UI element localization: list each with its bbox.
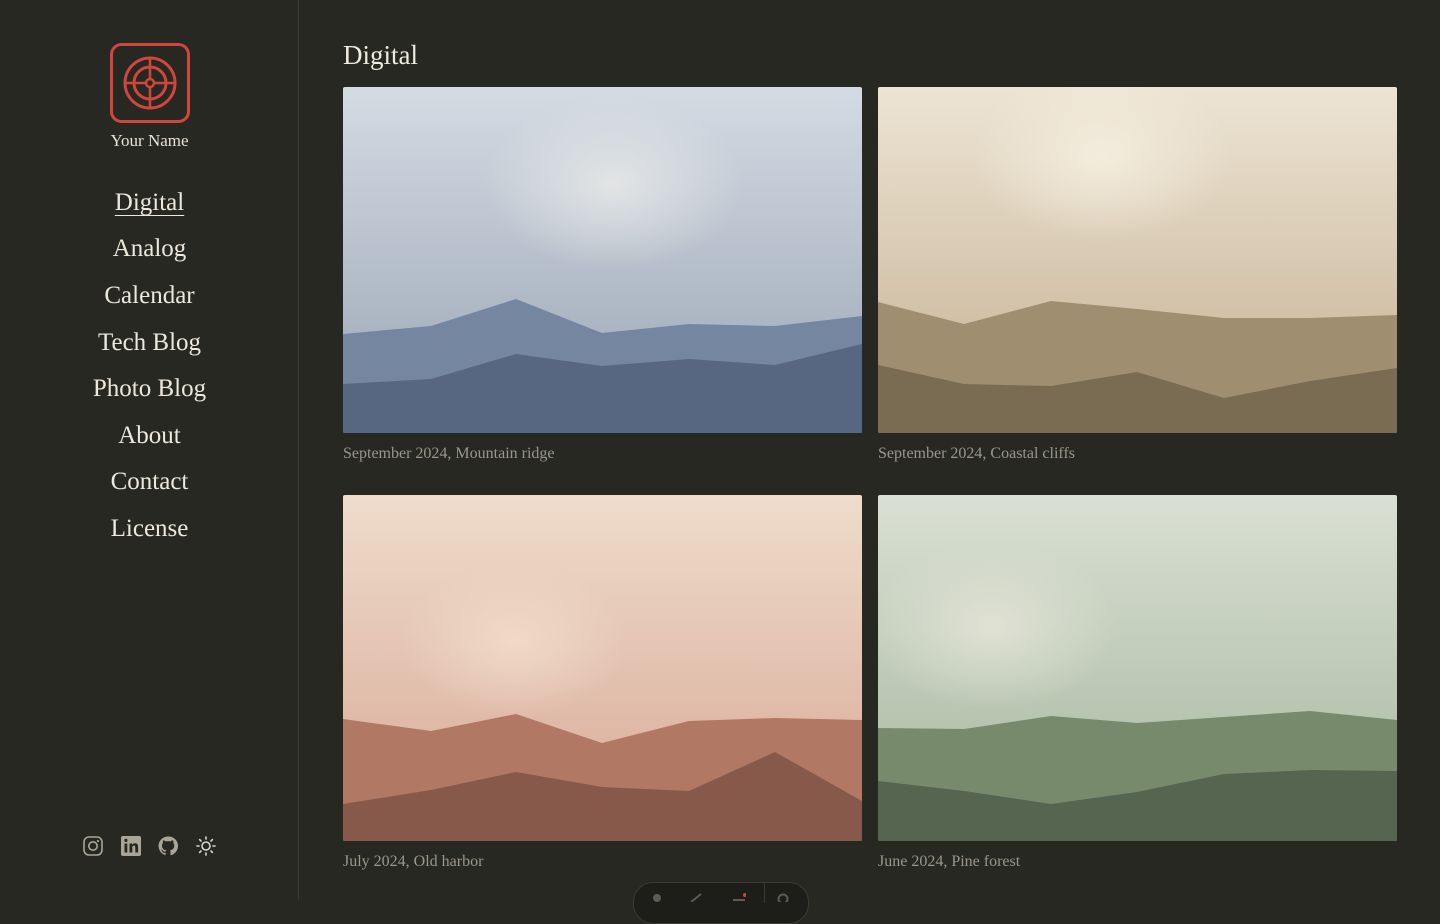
sun-icon[interactable] <box>195 835 217 857</box>
nav-item-tech-blog[interactable]: Tech Blog <box>0 328 299 358</box>
pen-icon[interactable] <box>689 892 703 902</box>
user-icon[interactable] <box>650 892 664 902</box>
nav-item-label: Calendar <box>104 282 195 309</box>
nav-item-photo-blog[interactable]: Photo Blog <box>0 374 299 404</box>
nav-item-label: Contact <box>110 468 189 495</box>
toolbar-divider <box>764 883 765 903</box>
linkedin-icon[interactable] <box>120 835 142 857</box>
photo-card[interactable] <box>343 87 862 433</box>
photo-image <box>878 495 1397 841</box>
nav-item-about[interactable]: About <box>0 421 299 451</box>
menu-icon[interactable] <box>732 892 746 902</box>
photo-image <box>878 87 1397 433</box>
photo-image <box>343 87 862 433</box>
photo-caption: September 2024, Coastal cliffs <box>878 445 1075 462</box>
nav-item-label: License <box>110 515 189 542</box>
nav-item-label: Photo Blog <box>92 375 207 402</box>
nav-item-label: Digital <box>114 189 185 216</box>
aperture-icon[interactable] <box>110 43 190 123</box>
nav-item-contact[interactable]: Contact <box>0 467 299 497</box>
photo-caption: June 2024, Pine forest <box>878 853 1021 870</box>
photo-card[interactable] <box>343 495 862 841</box>
nav-item-calendar[interactable]: Calendar <box>0 281 299 311</box>
site-name: Your Name <box>110 131 189 150</box>
photo-caption: July 2024, Old harbor <box>343 853 484 870</box>
gear-icon[interactable] <box>776 892 790 902</box>
floating-toolbar <box>633 882 809 924</box>
github-icon[interactable] <box>157 835 179 857</box>
page-title: Digital <box>343 40 418 70</box>
photo-image <box>343 495 862 841</box>
sidebar: Your Name Digital Analog Calendar Tech B… <box>0 0 299 900</box>
photo-card[interactable] <box>878 495 1397 841</box>
photo-card[interactable] <box>878 87 1397 433</box>
nav-item-label: About <box>118 422 181 449</box>
nav-item-digital[interactable]: Digital <box>0 188 299 218</box>
instagram-icon[interactable] <box>82 835 104 857</box>
nav-item-label: Tech Blog <box>97 329 202 356</box>
photo-caption: September 2024, Mountain ridge <box>343 445 555 462</box>
nav-item-analog[interactable]: Analog <box>0 234 299 264</box>
main-content: Digital September 2024, Mountain ridge S… <box>343 0 1397 900</box>
nav-item-label: Analog <box>112 235 187 262</box>
nav-item-license[interactable]: License <box>0 514 299 544</box>
